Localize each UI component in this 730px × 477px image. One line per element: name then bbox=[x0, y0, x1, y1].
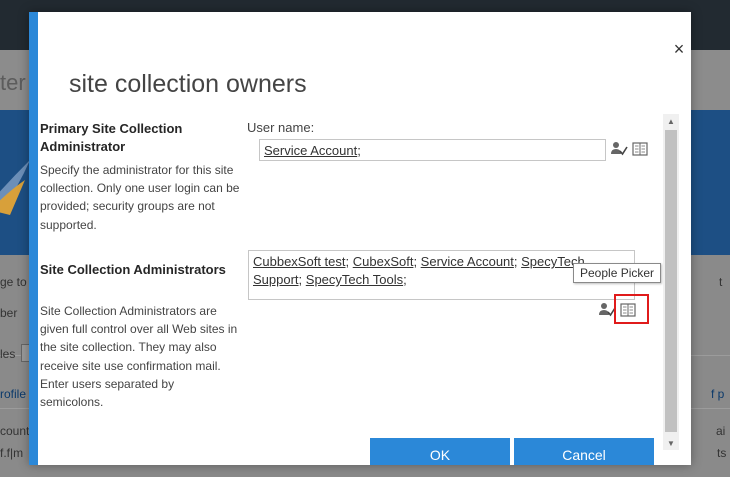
dialog-scroll-area: Primary Site Collection Administrator Sp… bbox=[38, 116, 680, 465]
bg-fragment-ber: ber bbox=[0, 306, 18, 320]
bg-fragment-right-t: t bbox=[719, 275, 723, 289]
resolved-user[interactable]: Service Account bbox=[264, 143, 357, 158]
primary-admin-people-picker[interactable]: Service Account; bbox=[259, 139, 606, 161]
site-admins-description: Site Collection Administrators are given… bbox=[40, 304, 238, 410]
cancel-button[interactable]: Cancel bbox=[514, 438, 654, 465]
resolved-user[interactable]: CubexSoft bbox=[353, 254, 414, 269]
bg-fragment-right-ts: ts bbox=[717, 446, 727, 460]
bg-fragment-fm: f.f|m bbox=[0, 446, 24, 460]
bg-fragment-right-ai: ai bbox=[716, 424, 726, 438]
bg-fragment-right-p: f p bbox=[711, 387, 725, 401]
site-collection-owners-dialog: × site collection owners Primary Site Co… bbox=[29, 12, 691, 465]
primary-admin-heading: Primary Site Collection Administrator bbox=[40, 121, 183, 154]
resolved-user[interactable]: Service Account bbox=[421, 254, 514, 269]
ok-button[interactable]: OK bbox=[370, 438, 510, 465]
bg-fragment-ccount: count bbox=[0, 424, 30, 438]
check-names-icon[interactable] bbox=[610, 140, 628, 158]
bg-fragment-les: les bbox=[0, 347, 16, 361]
dialog-accent-bar bbox=[29, 12, 38, 465]
scroll-up-icon[interactable]: ▲ bbox=[663, 114, 679, 128]
browse-button-highlight bbox=[614, 294, 649, 324]
resolved-user[interactable]: CubbexSoft test bbox=[253, 254, 346, 269]
dialog-scrollbar[interactable]: ▲ ▼ bbox=[663, 114, 679, 450]
close-icon: × bbox=[673, 38, 685, 59]
address-book-icon[interactable] bbox=[631, 140, 649, 158]
people-picker-tooltip: People Picker bbox=[573, 263, 662, 283]
primary-picker-icons bbox=[610, 140, 649, 158]
close-button[interactable]: × bbox=[671, 38, 687, 59]
bg-fragment-rofile: rofile bbox=[0, 387, 27, 401]
resolved-user[interactable]: SpecyTech Tools bbox=[306, 272, 403, 287]
scrollbar-thumb[interactable] bbox=[665, 130, 677, 432]
site-admins-heading: Site Collection Administrators bbox=[40, 262, 226, 277]
primary-admin-description: Specify the administrator for this site … bbox=[40, 163, 240, 232]
dialog-title: site collection owners bbox=[69, 70, 307, 98]
background-title-fragment: ter bbox=[0, 70, 26, 95]
user-name-label: User name: bbox=[247, 120, 315, 135]
bg-fragment-ge-to: ge to bbox=[0, 275, 27, 289]
scroll-down-icon[interactable]: ▼ bbox=[663, 436, 679, 450]
